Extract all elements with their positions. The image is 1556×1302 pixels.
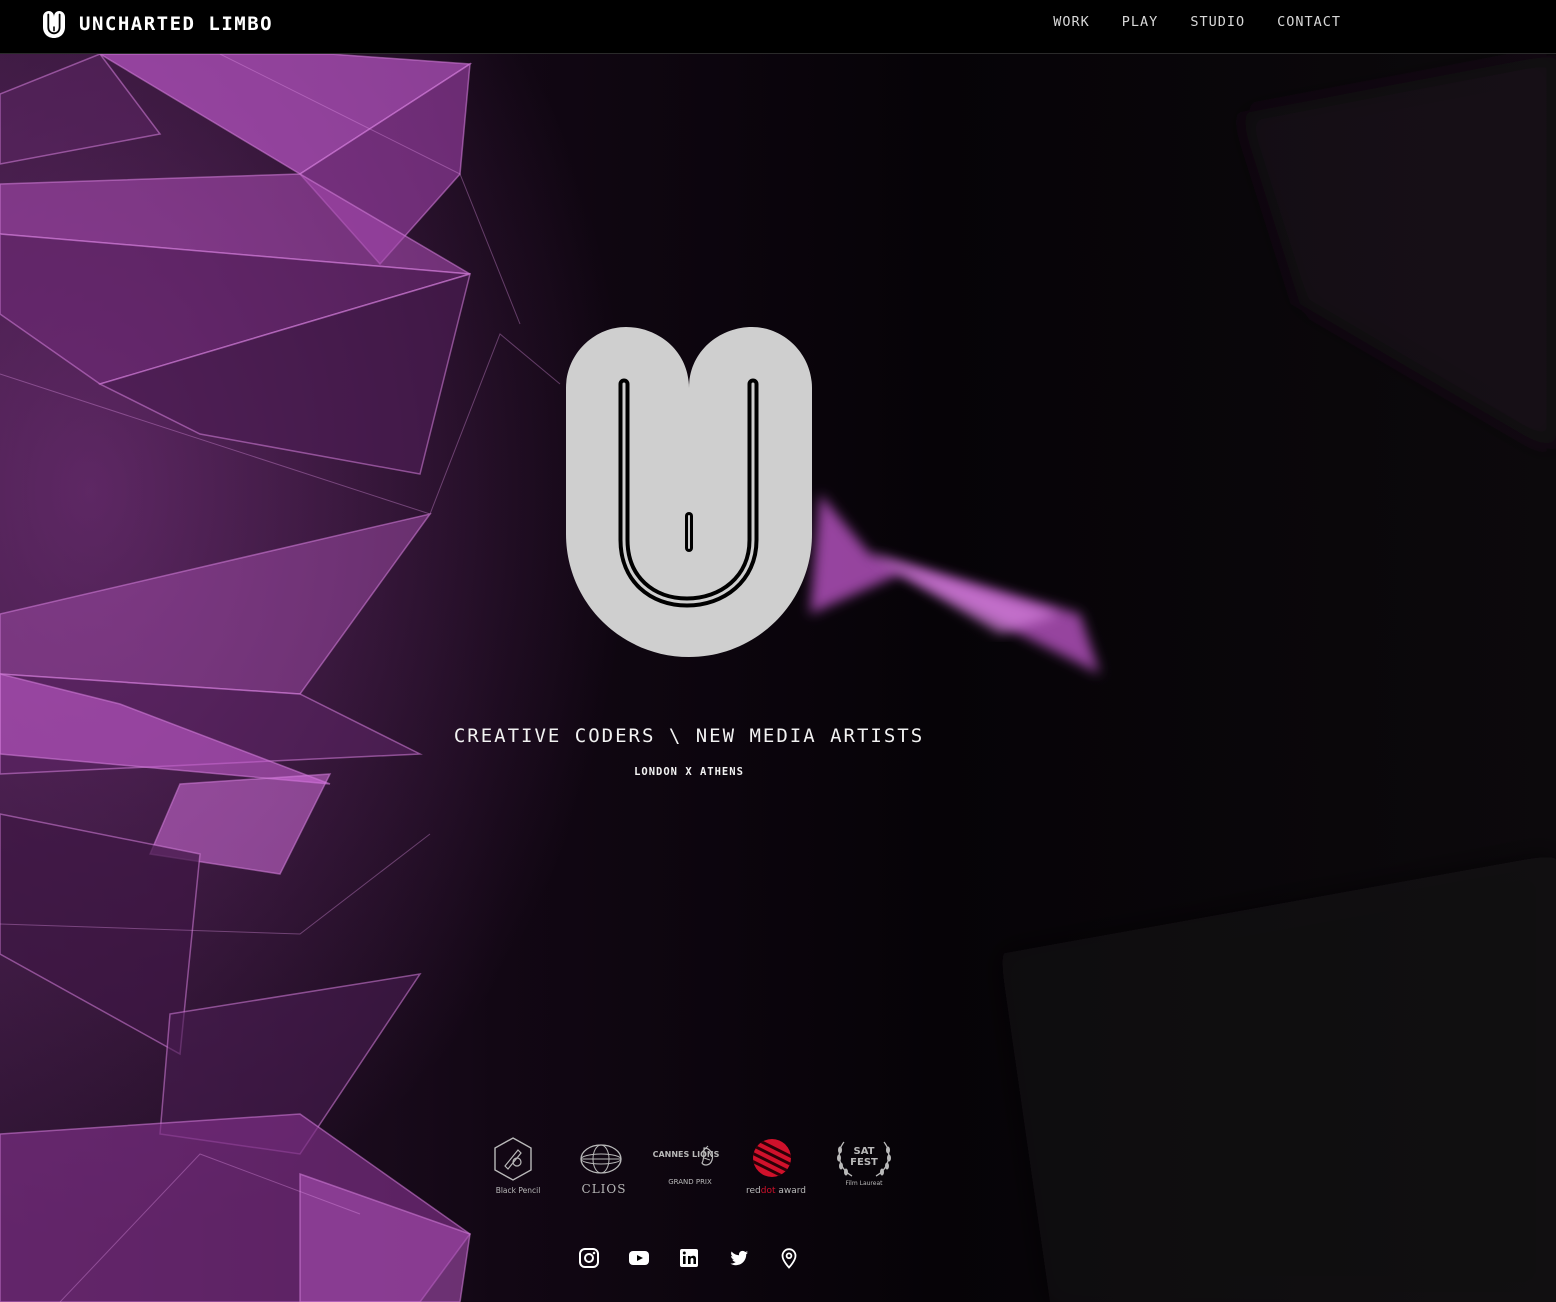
- award-reddot: reddot award: [746, 1136, 806, 1198]
- hero-background-video: [0, 54, 1556, 1302]
- twitter-icon: [730, 1250, 748, 1266]
- nav-play-link[interactable]: PLAY: [1122, 14, 1159, 30]
- hero-background-art: [0, 54, 1556, 1302]
- award-cannes-lions: CANNES LIONS GRAND PRIX: [653, 1136, 720, 1198]
- award-reddot-label: reddot award: [736, 1186, 816, 1196]
- hero-tagline: CREATIVE CODERS \ NEW MEDIA ARTISTS: [453, 725, 925, 747]
- nav-studio-link[interactable]: STUDIO: [1190, 14, 1245, 30]
- dandad-pencil-icon: [494, 1137, 532, 1181]
- award-satfest: SAT FEST Film Laureat: [834, 1136, 894, 1198]
- instagram-link[interactable]: [578, 1247, 600, 1269]
- youtube-link[interactable]: [628, 1247, 650, 1269]
- youtube-icon: [629, 1251, 649, 1265]
- linkedin-link[interactable]: [678, 1247, 700, 1269]
- award-black-pencil-label: Black Pencil: [495, 1186, 541, 1195]
- award-satfest-caption: Film Laureat: [845, 1180, 883, 1187]
- award-clios-label: CLIOS: [581, 1182, 627, 1196]
- award-satfest-label-sat: SAT: [853, 1146, 875, 1157]
- twitter-link[interactable]: [728, 1247, 750, 1269]
- clios-globe-icon: [580, 1144, 622, 1174]
- top-navigation-bar: UNCHARTED LIMBO WORK PLAY STUDIO CONTACT: [0, 0, 1556, 54]
- awards-row: Black Pencil CLIOS CANNES LIONS GRAND PR…: [488, 1136, 898, 1198]
- hero-u-logo-icon: [566, 327, 812, 657]
- award-black-pencil: Black Pencil: [488, 1136, 548, 1198]
- hero-logo: [565, 326, 813, 658]
- brand-name: UNCHARTED LIMBO: [79, 13, 274, 35]
- location-link[interactable]: [778, 1247, 800, 1269]
- hero-location: LONDON X ATHENS: [634, 766, 744, 778]
- award-reddot-suffix: award: [775, 1186, 807, 1196]
- location-pin-icon: [781, 1248, 797, 1269]
- uncharted-limbo-logo-icon: [43, 10, 65, 38]
- award-cannes-lions-caption: GRAND PRIX: [668, 1178, 712, 1186]
- award-clios: CLIOS: [574, 1136, 634, 1198]
- nav-contact-link[interactable]: CONTACT: [1277, 14, 1341, 30]
- nav-work-link[interactable]: WORK: [1053, 14, 1090, 30]
- page: UNCHARTED LIMBO WORK PLAY STUDIO CONTACT: [0, 0, 1556, 1302]
- award-satfest-label-fest: FEST: [850, 1157, 878, 1168]
- award-reddot-dot: dot: [760, 1186, 776, 1196]
- linkedin-icon: [680, 1249, 698, 1267]
- brand-home-link[interactable]: UNCHARTED LIMBO: [42, 9, 273, 39]
- reddot-icon: [753, 1139, 791, 1177]
- cannes-lions-icon: [701, 1145, 714, 1166]
- instagram-icon: [579, 1248, 599, 1268]
- award-cannes-lions-label: CANNES LIONS: [652, 1150, 720, 1159]
- award-reddot-red: red: [745, 1186, 761, 1196]
- main-nav: WORK PLAY STUDIO CONTACT: [1053, 14, 1341, 30]
